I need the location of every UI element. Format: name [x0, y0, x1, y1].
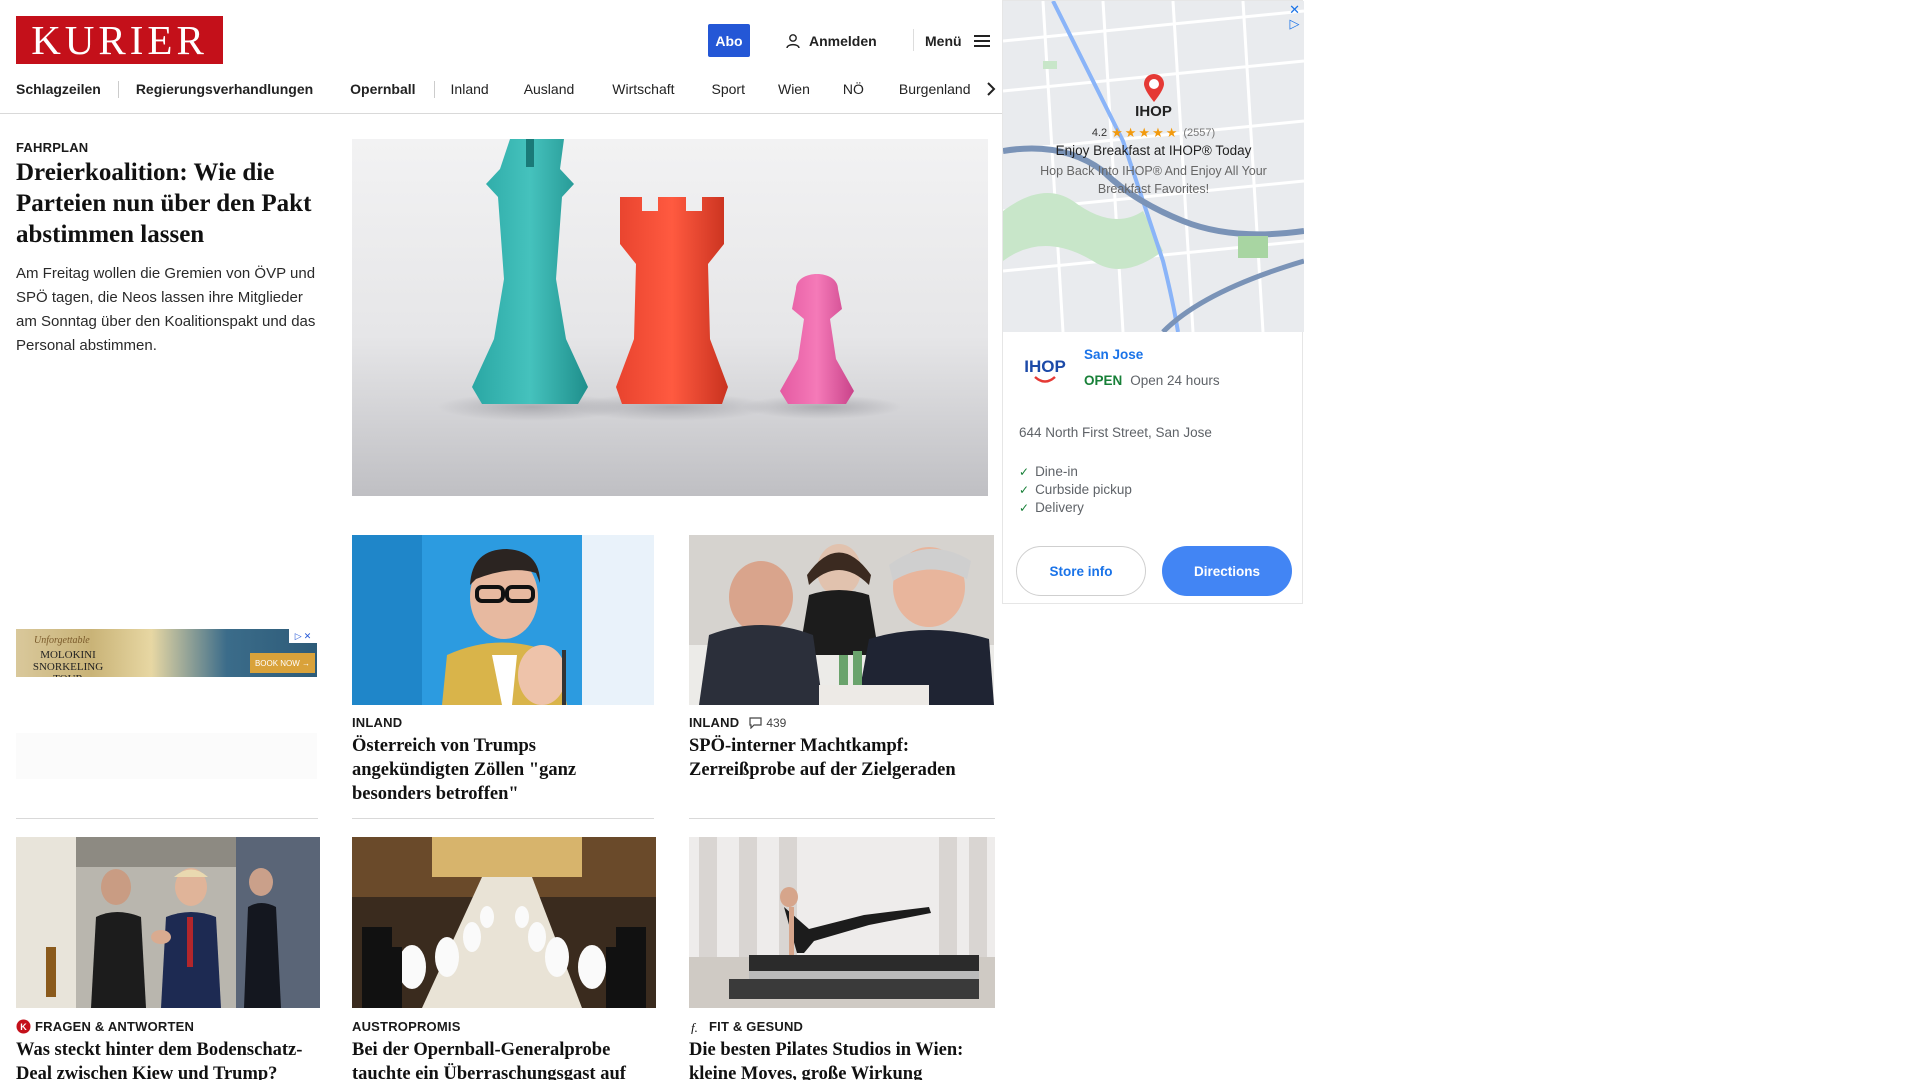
kurier-logo[interactable]: KURIER [16, 16, 223, 64]
service-features: ✓ Dine-in ✓ Curbside pickup ✓ Delivery [1019, 463, 1132, 517]
card-kicker: FIT & GESUND [709, 1019, 804, 1034]
card-meta: K FRAGEN & ANTWORTEN [16, 1019, 194, 1034]
feature-delivery: ✓ Delivery [1019, 500, 1084, 515]
header-divider [913, 29, 914, 51]
nav-item-noe[interactable]: NÖ [843, 81, 864, 97]
lead-teaser[interactable]: Am Freitag wollen die Gremien von ÖVP un… [16, 262, 316, 358]
ad-book-now-button[interactable]: BOOK NOW → [250, 653, 315, 673]
store-address: 644 North First Street, San Jose [1019, 425, 1212, 440]
nav-item-wien[interactable]: Wien [778, 81, 810, 97]
lead-headline[interactable]: Dreierkoalition: Wie die Parteien nun üb… [16, 157, 316, 250]
card-headline[interactable]: Was steckt hinter dem Bodenschatz-Deal z… [16, 1038, 320, 1080]
ad-headline: Enjoy Breakfast at IHOP® Today [1055, 143, 1252, 158]
poi-rating: 4.2 ★★★★★ (2557) [1003, 125, 1304, 141]
user-icon [786, 34, 800, 49]
rating-value: 4.2 [1091, 127, 1108, 139]
ihop-logo-text: IHOP [1024, 357, 1066, 376]
card-image-opera-ball[interactable] [352, 837, 656, 1008]
card-image-speaker[interactable] [352, 535, 654, 705]
close-icon: ✕ [1289, 2, 1300, 17]
ad-title: MOLOKINI SNORKELING TOUR [32, 649, 104, 677]
card-image-pilates[interactable] [689, 837, 995, 1008]
card-meta: f. FIT & GESUND [689, 1019, 803, 1034]
card-meta: AUSTROPROMIS [352, 1019, 461, 1034]
card-headline[interactable]: Bei der Opernball-Generalprobe tauchte e… [352, 1038, 662, 1080]
store-city-link[interactable]: San Jose [1084, 347, 1143, 362]
card-kicker: INLAND [352, 715, 403, 730]
login-button[interactable]: Anmelden [785, 29, 877, 53]
svg-text:K: K [20, 1022, 27, 1032]
lead-image-chess-pieces[interactable] [352, 139, 988, 496]
card-divider [352, 818, 654, 819]
feature-dine-in: ✓ Dine-in [1019, 464, 1078, 479]
nav-divider [117, 80, 119, 98]
card-meta: INLAND 439 [689, 715, 786, 730]
card-headline[interactable]: Österreich von Trumps angekündigten Zöll… [352, 734, 656, 806]
abo-button[interactable]: Abo [708, 24, 750, 57]
rating-count: (2557) [1183, 127, 1216, 139]
section-navigation: Schlagzeilen Regierungsverhandlungen Ope… [16, 78, 996, 100]
header-divider-line [0, 113, 1008, 114]
card-image-meeting[interactable] [16, 837, 320, 1008]
adchoices-icon: ▷ [294, 630, 302, 641]
opening-hours: Open 24 hours [1130, 373, 1220, 388]
ad-tagline: Unforgettable [34, 635, 90, 646]
comment-count[interactable]: 439 [749, 716, 786, 730]
comment-icon [749, 716, 762, 729]
svg-text:f.: f. [691, 1020, 698, 1034]
nav-item-opernball[interactable]: Opernball [350, 81, 415, 97]
star-rating-icon: ★★★★★ [1111, 125, 1180, 140]
card-kicker: AUSTROPROMIS [352, 1019, 461, 1034]
ad-placeholder [16, 733, 317, 779]
map-pin-icon [1144, 74, 1164, 102]
nav-item-regierungsverhandlungen[interactable]: Regierungsverhandlungen [136, 81, 313, 97]
card-divider [16, 818, 318, 819]
lead-kicker: FAHRPLAN [16, 140, 89, 155]
ad-choices-close[interactable]: ▷ ✕ [289, 629, 317, 643]
hamburger-icon [973, 35, 990, 47]
molokini-snorkeling-ad[interactable]: Unforgettable MOLOKINI SNORKELING TOUR B… [16, 629, 317, 677]
close-icon: ✕ [303, 630, 312, 641]
nav-divider [433, 80, 435, 98]
card-kicker: INLAND [689, 715, 740, 730]
store-info-button[interactable]: Store info [1016, 546, 1146, 596]
nav-item-burgenland[interactable]: Burgenland [899, 81, 971, 97]
poi-name: IHOP [1135, 103, 1172, 120]
ihop-logo: IHOP [1024, 357, 1066, 383]
nav-item-schlagzeilen[interactable]: Schlagzeilen [16, 81, 101, 97]
nav-scroll-right-button[interactable] [972, 78, 996, 100]
ihop-map[interactable]: ✕ ▷ IHOP 4.2 ★★★★★ (2557) Enjoy Breakfas… [1003, 1, 1304, 332]
ad-description: Hop Back Into IHOP® And Enjoy All Your B… [1040, 164, 1267, 196]
card-headline[interactable]: Die besten Pilates Studios in Wien: klei… [689, 1038, 995, 1080]
nav-item-wirtschaft[interactable]: Wirtschaft [612, 81, 674, 97]
chevron-right-icon [987, 82, 996, 96]
open-status: OPEN [1084, 373, 1123, 388]
feature-curbside-pickup: ✓ Curbside pickup [1019, 482, 1132, 497]
check-icon: ✓ [1019, 465, 1030, 479]
adchoices-icon: ▷ [1289, 16, 1300, 31]
card-headline[interactable]: SPÖ-interner Machtkampf: Zerreißprobe au… [689, 734, 995, 782]
check-icon: ✓ [1019, 483, 1030, 497]
menu-label: Menü [925, 33, 962, 49]
card-image-politicians[interactable] [689, 535, 994, 705]
nav-item-inland[interactable]: Inland [451, 81, 489, 97]
fit-gesund-icon: f. [691, 1020, 698, 1034]
ad-close-choices[interactable]: ✕ ▷ [1289, 3, 1300, 31]
card-kicker: FRAGEN & ANTWORTEN [35, 1019, 195, 1034]
store-hours: OPEN Open 24 hours [1084, 373, 1220, 388]
login-label: Anmelden [809, 33, 877, 49]
nav-item-sport[interactable]: Sport [712, 81, 745, 97]
card-meta: INLAND [352, 715, 402, 730]
nav-item-ausland[interactable]: Ausland [524, 81, 575, 97]
check-icon: ✓ [1019, 501, 1030, 515]
ihop-map-ad[interactable]: ✕ ▷ IHOP 4.2 ★★★★★ (2557) Enjoy Breakfas… [1002, 0, 1304, 604]
directions-button[interactable]: Directions [1162, 546, 1292, 596]
comment-count-value: 439 [766, 715, 787, 730]
kurier-plus-icon: K [16, 1019, 31, 1034]
card-divider [689, 818, 995, 819]
menu-button[interactable]: Menü [925, 29, 990, 53]
